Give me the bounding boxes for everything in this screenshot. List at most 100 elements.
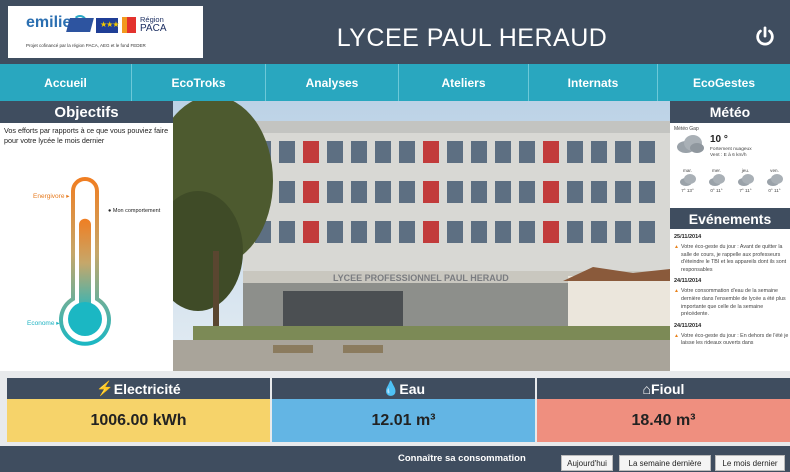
building-window <box>567 181 583 203</box>
building-window <box>423 181 439 203</box>
my-behaviour-marker: ● Mon comportement <box>108 208 161 214</box>
building-window <box>471 181 487 203</box>
building-window <box>327 221 343 243</box>
region-paca-logo: Région PACA <box>140 15 167 34</box>
building-window <box>327 181 343 203</box>
building-window <box>591 221 607 243</box>
power-icon <box>756 26 774 46</box>
building-window <box>543 221 559 243</box>
last-month-button[interactable]: Le mois dernier <box>715 455 785 471</box>
building-window <box>279 141 295 163</box>
building-window <box>591 181 607 203</box>
info-panel: Météo Météo Gap 10 ° Fortement nuageux Ve… <box>670 101 790 371</box>
building-window <box>615 141 631 163</box>
fuel-value: 18.40 m³ <box>537 399 790 442</box>
building-window <box>375 141 391 163</box>
event-date: 25/11/2014 <box>674 234 702 240</box>
last-week-button[interactable]: La semaine dernière <box>619 455 711 471</box>
water-value: 12.01 m³ <box>272 399 535 442</box>
page-title: LYCEE PAUL HERAUD <box>336 23 608 52</box>
region-logo-icon <box>122 17 136 33</box>
building-window <box>447 181 463 203</box>
objectifs-text: Vos efforts par rapports à ce que vous p… <box>4 126 169 145</box>
building-window <box>519 221 535 243</box>
building-window <box>423 221 439 243</box>
events-list: 25/11/2014 Votre éco-geste du jour : Ava… <box>674 232 790 352</box>
meteo-title: Météo <box>670 101 790 123</box>
event-date: 24/11/2014 <box>674 278 702 285</box>
partner-logos: emilie ★★★ Région PACA Projet cofinancé … <box>8 6 203 58</box>
building-window <box>375 221 391 243</box>
nav-analyses[interactable]: Analyses <box>266 64 399 101</box>
building-window <box>447 221 463 243</box>
lightning-icon: ⚡ <box>96 380 114 396</box>
cloud-icon <box>708 174 725 186</box>
event-text: Votre éco-geste du jour : En dehors de l… <box>674 333 790 348</box>
event-date: 24/11/2014 <box>674 322 702 329</box>
building-window <box>351 181 367 203</box>
forecast-day: mer. 0° 11° <box>703 168 730 194</box>
electricity-value: 1006.00 kWh <box>7 399 270 442</box>
event-text: Votre consommation d'eau de la semaine d… <box>674 288 790 318</box>
building-window <box>543 181 559 203</box>
building-window <box>567 141 583 163</box>
meteo-temperature: 10 ° <box>710 134 728 145</box>
nav-ecotroks[interactable]: EcoTroks <box>132 64 266 101</box>
forecast-day: jeu. 7° 11° <box>732 168 759 194</box>
today-button[interactable]: Aujourd'hui <box>561 455 613 471</box>
building-window <box>495 181 511 203</box>
fuel-title: ⌂ Fioul <box>537 378 790 399</box>
building-window <box>279 221 295 243</box>
building-window <box>303 181 319 203</box>
nav-ecogestes[interactable]: EcoGestes <box>658 64 790 101</box>
ademe-logo <box>66 18 94 32</box>
building-window <box>327 141 343 163</box>
building-window <box>519 181 535 203</box>
building-window <box>567 221 583 243</box>
building-window <box>375 181 391 203</box>
cloud-icon <box>766 174 783 186</box>
consumption-period-label: Connaître sa consommation <box>398 453 526 464</box>
nav-internats[interactable]: Internats <box>529 64 658 101</box>
building-window <box>615 181 631 203</box>
building-window <box>471 221 487 243</box>
water-drop-icon: 💧 <box>381 380 400 396</box>
main-nav: Accueil EcoTroks Analyses Ateliers Inter… <box>0 64 790 101</box>
building-window <box>279 181 295 203</box>
objectifs-title: Objectifs <box>0 101 173 123</box>
meteo-location: Météo Gap <box>674 126 699 132</box>
building-window <box>351 221 367 243</box>
building-window <box>399 141 415 163</box>
building-image: LYCEE PROFESSIONNEL PAUL HERAUD <box>173 101 670 371</box>
building-window <box>351 141 367 163</box>
building-window <box>639 141 655 163</box>
objectifs-panel: Objectifs Vos efforts par rapports à ce … <box>0 101 173 371</box>
building-window <box>399 181 415 203</box>
building-window <box>639 221 655 243</box>
logo-caption: Projet cofinancé par la région PACA, AEG… <box>26 43 146 48</box>
header: emilie ★★★ Région PACA Projet cofinancé … <box>0 0 790 64</box>
building-window <box>399 221 415 243</box>
building-window <box>615 221 631 243</box>
building-window <box>447 141 463 163</box>
nav-ateliers[interactable]: Ateliers <box>399 64 529 101</box>
fuel-card[interactable]: ⌂ Fioul 18.40 m³ <box>537 378 790 442</box>
electricity-title: ⚡ Electricité <box>7 378 270 399</box>
school-photo: LYCEE PROFESSIONNEL PAUL HERAUD <box>173 101 670 371</box>
building-window <box>495 141 511 163</box>
water-card[interactable]: 💧 Eau 12.01 m³ <box>272 378 535 442</box>
building-window <box>639 181 655 203</box>
building-window <box>543 141 559 163</box>
app-root: emilie ★★★ Région PACA Projet cofinancé … <box>0 0 790 472</box>
electricity-card[interactable]: ⚡ Electricité 1006.00 kWh <box>7 378 270 442</box>
forecast-day: ven. 0° 11° <box>761 168 788 194</box>
building-window <box>591 141 607 163</box>
building-window <box>303 221 319 243</box>
power-button[interactable] <box>741 12 789 62</box>
nav-accueil[interactable]: Accueil <box>0 64 132 101</box>
event-text: Votre éco-geste du jour : Avant de quitt… <box>674 244 790 274</box>
eu-flag-icon: ★★★ <box>96 18 119 33</box>
water-title: 💧 Eau <box>272 378 535 399</box>
building-window <box>471 141 487 163</box>
cloud-icon <box>679 174 696 186</box>
